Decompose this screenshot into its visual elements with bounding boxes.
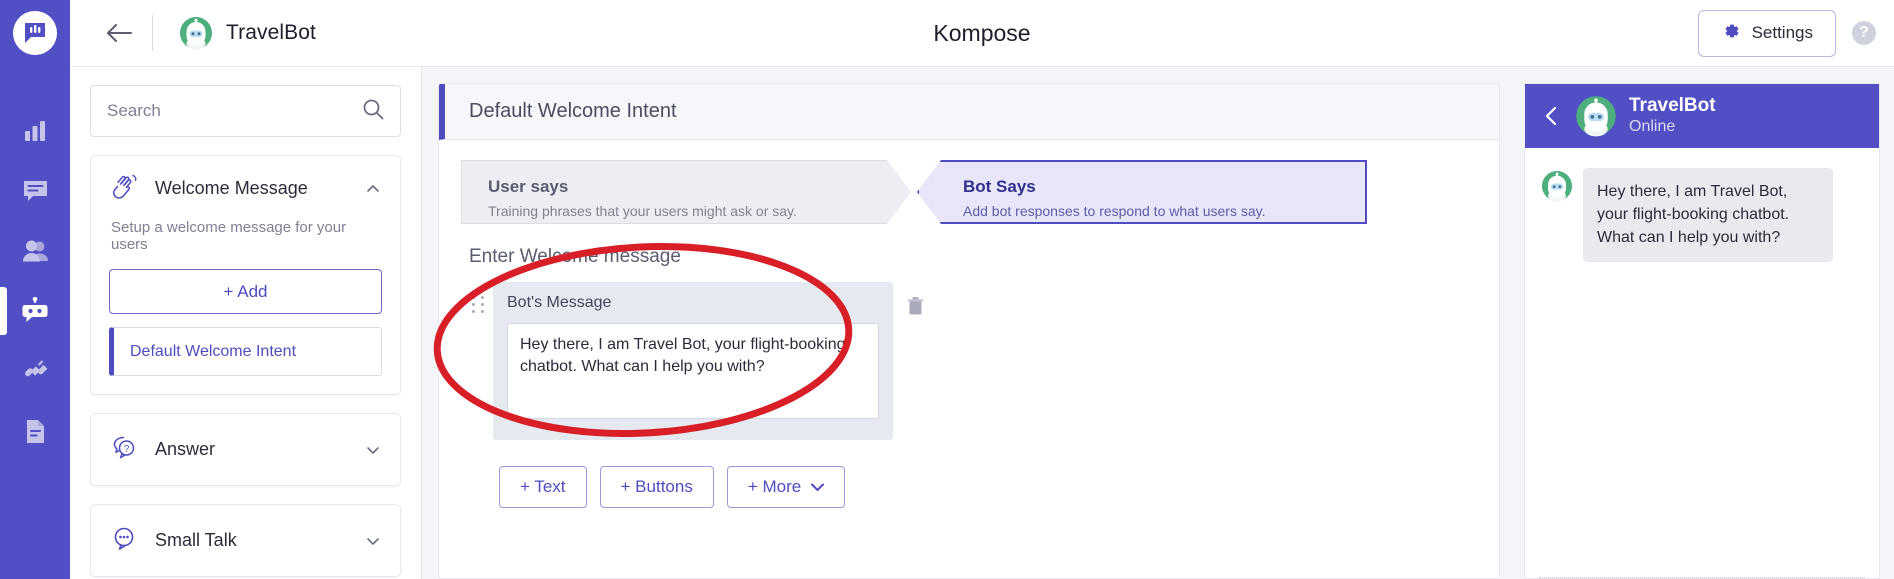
- body-columns: Welcome Message Setup a welcome message …: [70, 67, 1894, 579]
- rail-item-integrations[interactable]: [0, 341, 70, 401]
- tab-user-says-sublabel: Training phrases that your users might a…: [488, 202, 797, 219]
- compose-area: Enter Welcome message Bot's Message Hey …: [439, 224, 1499, 508]
- small-talk-header[interactable]: Small Talk: [109, 524, 382, 557]
- chat-bubble-bot: Hey there, I am Travel Bot, your flight-…: [1583, 168, 1833, 262]
- bot-message-card: Bot's Message: [493, 282, 893, 440]
- rail-item-conversations[interactable]: [0, 161, 70, 221]
- rail-item-analytics[interactable]: [0, 101, 70, 161]
- settings-button[interactable]: Settings: [1697, 9, 1836, 57]
- sidebar-item-default-welcome-intent[interactable]: Default Welcome Intent: [109, 327, 382, 376]
- message-actions: + Text + Buttons + More: [469, 440, 1477, 508]
- intent-editor-panel: Default Welcome Intent User says Trainin…: [438, 83, 1500, 579]
- chat-preview-identity: TravelBot Online: [1629, 95, 1716, 136]
- small-talk-title: Small Talk: [155, 530, 237, 550]
- kompose-chat-logo-icon[interactable]: [13, 11, 57, 55]
- chat-preview-header: TravelBot Online: [1525, 84, 1879, 148]
- waving-hand-icon: [109, 172, 139, 205]
- document-file-icon: [23, 419, 48, 444]
- answer-header[interactable]: ? Answer: [109, 433, 382, 466]
- app-root: TravelBot Kompose Settings ? Search Welc…: [0, 0, 1894, 579]
- chat-preview-status: Online: [1629, 118, 1676, 136]
- intent-editor-column: Default Welcome Intent User says Trainin…: [422, 67, 1516, 579]
- tab-bot-says[interactable]: Bot Says Add bot responses to respond to…: [917, 160, 1367, 224]
- welcome-message-header[interactable]: Welcome Message: [109, 172, 382, 205]
- travelbot-avatar-icon: [179, 16, 213, 50]
- primary-nav-rail: [0, 0, 70, 579]
- chevron-up-icon[interactable]: [364, 180, 382, 198]
- add-text-button[interactable]: + Text: [499, 466, 587, 508]
- settings-button-label: Settings: [1751, 23, 1813, 42]
- header-divider: [152, 15, 153, 51]
- answer-title: Answer: [155, 439, 216, 459]
- bot-message-row: Bot's Message: [469, 282, 1477, 440]
- page-title: Kompose: [933, 19, 1031, 46]
- bot-icon: [21, 297, 49, 325]
- intent-tabs: User says Training phrases that your use…: [439, 140, 1499, 224]
- search-icon[interactable]: [362, 98, 384, 125]
- bot-brand: TravelBot: [179, 16, 316, 50]
- tab-user-says[interactable]: User says Training phrases that your use…: [461, 160, 911, 224]
- trash-icon[interactable]: [893, 282, 924, 321]
- help-circle-icon[interactable]: ?: [1852, 21, 1876, 45]
- rail-item-bot-builder[interactable]: [0, 281, 70, 341]
- add-welcome-message-button[interactable]: + Add: [109, 269, 382, 314]
- tab-bot-says-label: Bot Says: [963, 176, 1036, 196]
- chevron-down-icon[interactable]: [364, 532, 382, 550]
- intent-list-panel: Welcome Message Setup a welcome message …: [70, 67, 422, 579]
- plug-integration-icon: [22, 358, 49, 385]
- question-bubble-icon: ?: [109, 433, 139, 466]
- add-buttons-button-label: + Buttons: [620, 477, 693, 496]
- chat-preview-column: TravelBot Online Hey there, I am Travel …: [1516, 67, 1894, 579]
- intent-header-title: Default Welcome Intent: [439, 84, 1499, 140]
- analytics-bar-chart-icon: [22, 118, 48, 144]
- gear-icon: [1721, 21, 1741, 46]
- chevron-left-icon[interactable]: [1541, 105, 1563, 127]
- top-bar: TravelBot Kompose Settings ?: [70, 0, 1894, 67]
- ellipsis-bubble-icon: [109, 524, 139, 557]
- add-text-button-label: + Text: [520, 477, 566, 496]
- bot-message-textarea[interactable]: [507, 323, 879, 419]
- search-input[interactable]: [107, 101, 362, 121]
- tab-bot-says-sublabel: Add bot responses to respond to what use…: [963, 202, 1266, 219]
- chat-preview-panel: TravelBot Online Hey there, I am Travel …: [1524, 83, 1880, 579]
- welcome-message-title: Welcome Message: [155, 178, 308, 198]
- bot-message-card-title: Bot's Message: [507, 294, 612, 311]
- small-talk-card[interactable]: Small Talk: [90, 504, 401, 577]
- travelbot-avatar-icon: [1541, 170, 1573, 202]
- svg-text:?: ?: [124, 444, 130, 455]
- chat-preview-body: Hey there, I am Travel Bot, your flight-…: [1525, 148, 1879, 577]
- tab-user-says-label: User says: [488, 176, 569, 196]
- add-more-button-label: + More: [747, 477, 802, 496]
- search-box[interactable]: [90, 85, 401, 137]
- travelbot-avatar-icon: [1575, 95, 1617, 137]
- welcome-message-subtitle: Setup a welcome message for your users: [111, 219, 347, 253]
- top-bar-actions: Settings ?: [1697, 9, 1894, 57]
- add-more-button[interactable]: + More: [726, 466, 846, 508]
- back-arrow-icon[interactable]: [96, 10, 142, 56]
- drag-handle-icon[interactable]: [469, 282, 487, 313]
- chevron-down-icon: [811, 477, 825, 497]
- bot-brand-name: TravelBot: [226, 21, 316, 44]
- rail-item-users[interactable]: [0, 221, 70, 281]
- chat-message-icon: [22, 178, 49, 205]
- chat-preview-name: TravelBot: [1629, 95, 1716, 117]
- page-container: TravelBot Kompose Settings ? Search Welc…: [70, 0, 1894, 579]
- chevron-down-icon[interactable]: [364, 441, 382, 459]
- rail-item-documents[interactable]: [0, 401, 70, 461]
- add-buttons-button[interactable]: + Buttons: [599, 466, 714, 508]
- compose-label: Enter Welcome message: [469, 246, 681, 267]
- users-people-icon: [22, 238, 49, 265]
- chat-preview-divider: [1539, 577, 1865, 578]
- welcome-message-card: Welcome Message Setup a welcome message …: [90, 155, 401, 395]
- answer-card[interactable]: ? Answer: [90, 413, 401, 486]
